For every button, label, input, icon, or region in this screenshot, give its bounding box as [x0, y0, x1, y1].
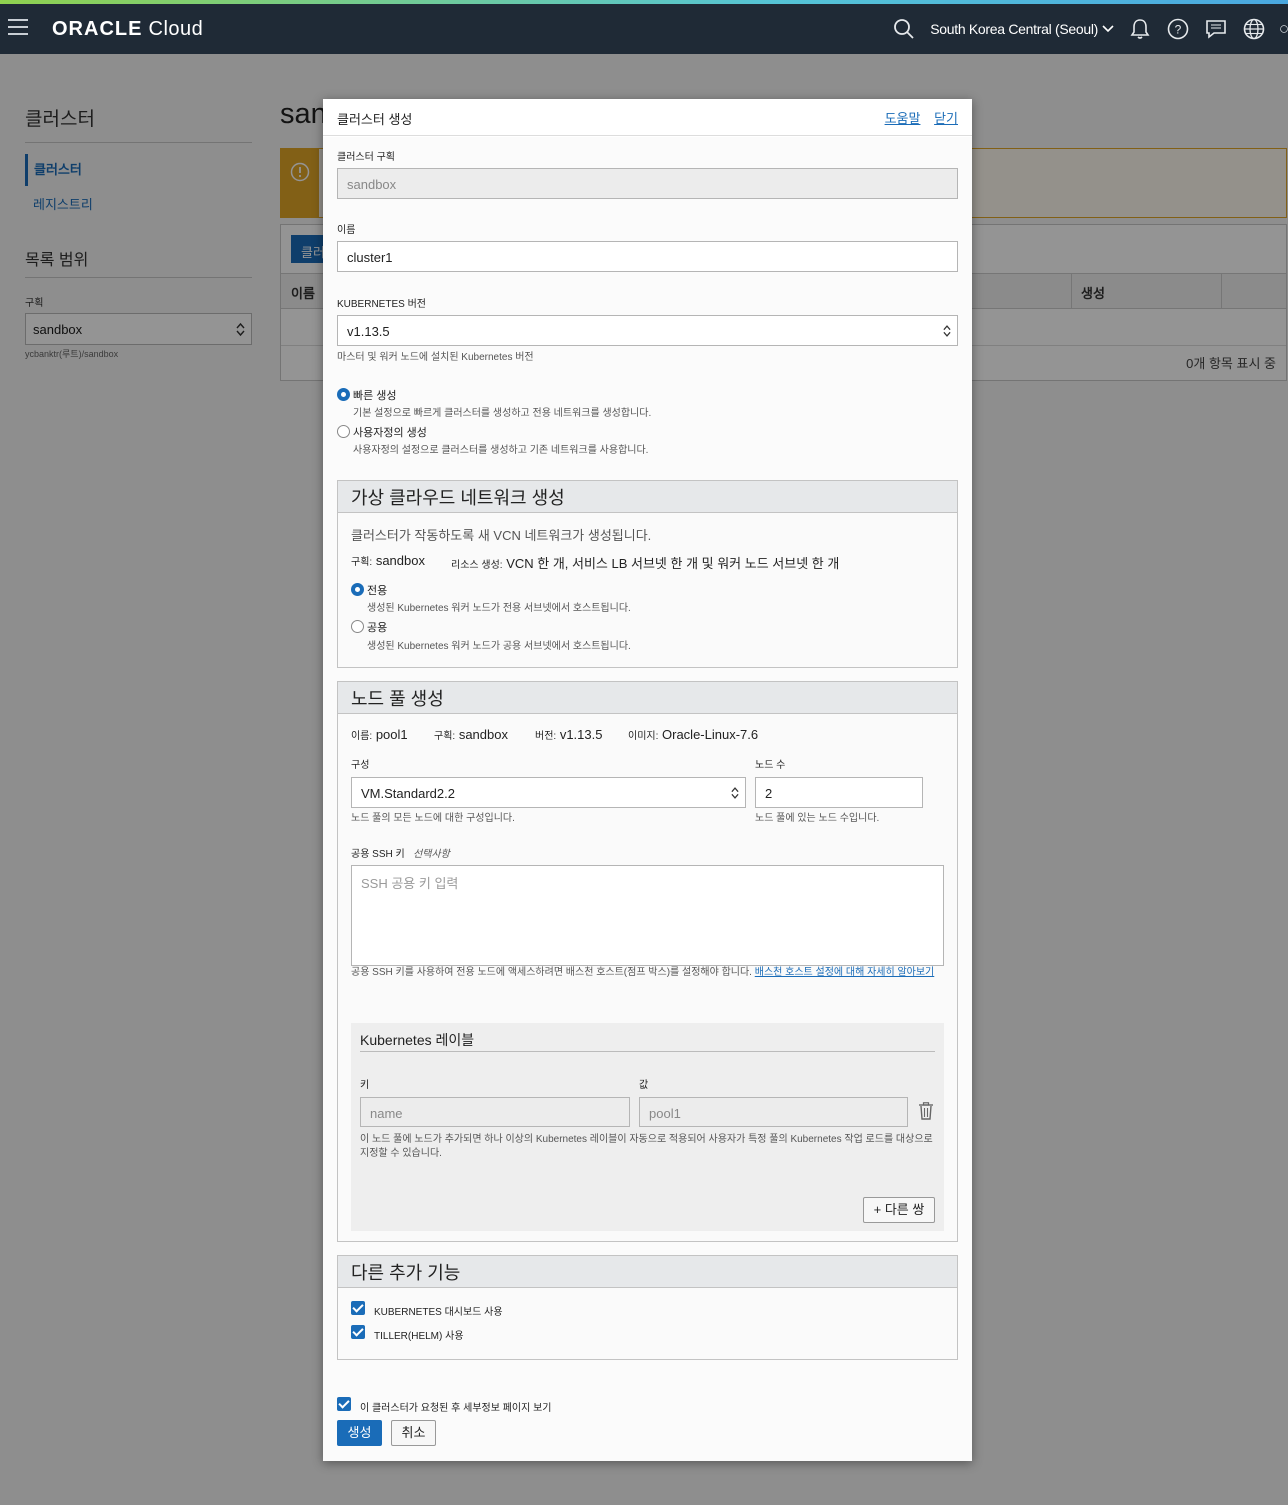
addons-panel-title: 다른 추가 기능 — [338, 1256, 957, 1288]
label-key-label: 키 — [360, 1080, 370, 1091]
view-details-checkbox[interactable] — [337, 1397, 351, 1411]
shape-hint: 노드 풀의 모든 노드에 대한 구성입니다. — [351, 813, 515, 824]
public-subnet-hint: 생성된 Kubernetes 워커 노드가 공용 서브넷에서 호스트됩니다. — [367, 641, 631, 652]
node-pool-compartment-info: 구획: sandbox — [434, 727, 508, 742]
ssh-key-label: 공용 SSH 키 선택사항 — [351, 849, 450, 860]
kubernetes-version-value: v1.13.5 — [347, 324, 390, 339]
vcn-compartment-info: 구획: sandbox — [351, 553, 425, 568]
bell-icon[interactable] — [1128, 17, 1152, 41]
view-details-label: 이 클러스터가 요청된 후 세부정보 페이지 보기 — [360, 1403, 552, 1414]
custom-create-label: 사용자정의 생성 — [353, 427, 427, 439]
create-button[interactable]: 생성 — [337, 1420, 382, 1446]
addons-panel: 다른 추가 기능 KUBERNETES 대시보드 사용 TILLER(HELM)… — [337, 1255, 958, 1360]
quick-create-radio[interactable] — [337, 388, 350, 401]
shape-label: 구성 — [351, 760, 370, 771]
search-icon[interactable] — [892, 17, 916, 41]
tiller-checkbox[interactable] — [351, 1325, 365, 1339]
add-label-pair-button[interactable]: + 다른 쌍 — [863, 1197, 935, 1223]
region-label: South Korea Central (Seoul) — [930, 21, 1098, 37]
hamburger-menu-icon[interactable] — [8, 19, 28, 37]
label-value-input[interactable]: pool1 — [639, 1097, 908, 1127]
label-key-input[interactable]: name — [360, 1097, 630, 1127]
select-arrows-icon — [731, 787, 739, 799]
region-selector[interactable]: South Korea Central (Seoul) — [930, 21, 1114, 37]
name-label: 이름 — [337, 225, 356, 236]
public-subnet-radio[interactable] — [351, 620, 364, 633]
create-cluster-dialog: 클러스터 생성 도움말 닫기 클러스터 구획 sandbox 이름 cluste… — [323, 99, 972, 1461]
cancel-button[interactable]: 취소 — [391, 1420, 436, 1446]
user-avatar-icon[interactable] — [1280, 17, 1288, 41]
ssh-key-hint: 공용 SSH 키를 사용하여 전용 노드에 액세스하려면 배스천 호스트(점프 … — [351, 967, 935, 978]
vcn-resources-info: 리소스 생성: VCN 한 개, 서비스 LB 서브넷 한 개 및 워커 노드 … — [451, 556, 840, 571]
quick-create-hint: 기본 설정으로 빠르게 클러스터를 생성하고 전용 네트워크를 생성합니다. — [353, 408, 652, 419]
ssh-key-textarea[interactable]: SSH 공용 키 입력 — [351, 865, 944, 966]
dialog-body: 클러스터 구획 sandbox 이름 cluster1 KUBERNETES 버… — [323, 137, 972, 1461]
kubernetes-labels-title: Kubernetes 레이블 — [360, 1032, 475, 1048]
custom-create-radio[interactable] — [337, 425, 350, 438]
node-count-hint: 노드 풀에 있는 노드 수입니다. — [755, 813, 880, 824]
private-subnet-hint: 생성된 Kubernetes 워커 노드가 전용 서브넷에서 호스트됩니다. — [367, 603, 631, 614]
custom-create-hint: 사용자정의 설정으로 클러스터를 생성하고 기존 네트워크를 사용합니다. — [353, 445, 649, 456]
svg-text:?: ? — [1175, 23, 1182, 37]
vcn-panel: 가상 클라우드 네트워크 생성 클러스터가 작동하도록 새 VCN 네트워크가 … — [337, 480, 958, 668]
cluster-name-input[interactable]: cluster1 — [337, 241, 958, 272]
kubernetes-labels-hint: 이 노드 풀에 노드가 추가되면 하나 이상의 Kubernetes 레이블이 … — [360, 1134, 933, 1159]
dashboard-checkbox-label: KUBERNETES 대시보드 사용 — [374, 1307, 503, 1318]
node-pool-panel: 노드 풀 생성 이름: pool1 구획: sandbox 버전: v1.13.… — [337, 681, 958, 1242]
vcn-panel-title: 가상 클라우드 네트워크 생성 — [338, 481, 957, 513]
globe-icon[interactable] — [1242, 17, 1266, 41]
dialog-header: 클러스터 생성 도움말 닫기 — [323, 99, 972, 136]
quick-create-label: 빠른 생성 — [353, 390, 397, 402]
divider — [360, 1051, 935, 1052]
node-pool-name-info: 이름: pool1 — [351, 727, 408, 742]
dialog-title: 클러스터 생성 — [337, 112, 413, 127]
node-count-input[interactable]: 2 — [755, 777, 923, 808]
bastion-host-link[interactable]: 배스천 호스트 설정에 대해 자세히 알아보기 — [755, 967, 935, 978]
kubernetes-version-label: KUBERNETES 버전 — [337, 299, 426, 310]
node-pool-version-info: 버전: v1.13.5 — [535, 727, 603, 742]
cluster-compartment-label: 클러스터 구획 — [337, 152, 395, 163]
close-link[interactable]: 닫기 — [934, 111, 958, 126]
tiller-checkbox-label: TILLER(HELM) 사용 — [374, 1331, 464, 1342]
kubernetes-version-hint: 마스터 및 워커 노드에 설치된 Kubernetes 버전 — [337, 352, 534, 363]
node-pool-panel-title: 노드 풀 생성 — [338, 682, 957, 714]
kubernetes-version-select[interactable]: v1.13.5 — [337, 315, 958, 346]
chat-icon[interactable] — [1204, 17, 1228, 41]
node-count-label: 노드 수 — [755, 760, 786, 771]
public-subnet-label: 공용 — [367, 622, 388, 634]
chevron-down-icon — [1102, 25, 1114, 33]
private-subnet-radio[interactable] — [351, 583, 364, 596]
dashboard-checkbox[interactable] — [351, 1301, 365, 1315]
oracle-cloud-logo[interactable]: ORACLE Cloud — [52, 18, 203, 41]
node-pool-image-info: 이미지: Oracle-Linux-7.6 — [628, 727, 759, 742]
shape-select[interactable]: VM.Standard2.2 — [351, 777, 746, 808]
cluster-compartment-field: sandbox — [337, 168, 958, 199]
help-icon[interactable]: ? — [1166, 17, 1190, 41]
top-navigation-bar: ORACLE Cloud South Korea Central (Seoul)… — [0, 4, 1288, 54]
trash-icon[interactable] — [918, 1102, 934, 1120]
help-link[interactable]: 도움말 — [885, 111, 921, 126]
label-value-label: 값 — [639, 1080, 649, 1091]
vcn-description: 클러스터가 작동하도록 새 VCN 네트워크가 생성됩니다. — [351, 528, 652, 543]
private-subnet-label: 전용 — [367, 585, 388, 597]
kubernetes-labels-section: Kubernetes 레이블 키 값 name pool1 이 노드 풀에 노드… — [351, 1023, 944, 1231]
select-arrows-icon — [943, 325, 951, 337]
shape-value: VM.Standard2.2 — [361, 786, 455, 801]
